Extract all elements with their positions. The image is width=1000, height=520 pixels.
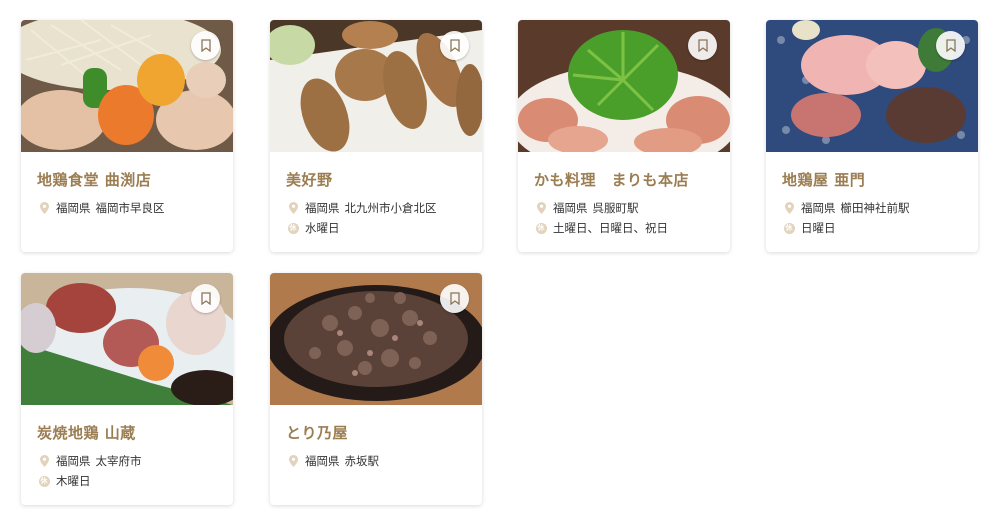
holiday-icon: 休: [38, 475, 50, 487]
restaurant-photo[interactable]: [518, 20, 730, 152]
holiday: 水曜日: [305, 221, 340, 235]
bookmark-icon: [449, 292, 460, 305]
bookmark-button[interactable]: [440, 31, 469, 60]
holiday-icon: 休: [783, 222, 795, 234]
restaurant-card[interactable]: 地鶏食堂 曲渕店 福岡県 福岡市早良区: [21, 20, 233, 252]
location-row: 福岡県 櫛田神社前駅: [783, 201, 978, 215]
holiday: 木曜日: [56, 474, 91, 488]
restaurant-name[interactable]: とり乃屋: [286, 422, 482, 443]
location-pin-icon: [783, 202, 795, 214]
area: 北九州市小倉北区: [344, 201, 437, 215]
restaurant-name[interactable]: かも料理 まりも本店: [534, 169, 730, 190]
restaurant-photo[interactable]: [270, 20, 482, 152]
bookmark-button[interactable]: [936, 31, 965, 60]
holiday-icon: 休: [287, 222, 299, 234]
bookmark-button[interactable]: [688, 31, 717, 60]
prefecture: 福岡県: [553, 201, 588, 215]
restaurant-photo[interactable]: [766, 20, 978, 152]
restaurant-name[interactable]: 炭焼地鶏 山蔵: [37, 422, 233, 443]
location-row: 福岡県 福岡市早良区: [38, 201, 233, 215]
bookmark-icon: [449, 39, 460, 52]
location-pin-icon: [38, 455, 50, 467]
bookmark-icon: [200, 39, 211, 52]
restaurant-card[interactable]: 炭焼地鶏 山蔵 福岡県 太宰府市 休 木曜日: [21, 273, 233, 505]
bookmark-button[interactable]: [191, 31, 220, 60]
area: 太宰府市: [95, 454, 142, 468]
location-row: 福岡県 太宰府市: [38, 454, 233, 468]
holiday-row: 休 土曜日、日曜日、祝日: [535, 221, 730, 235]
prefecture: 福岡県: [56, 454, 91, 468]
area: 赤坂駅: [344, 454, 380, 468]
restaurant-card[interactable]: 美好野 福岡県 北九州市小倉北区 休 水曜日: [270, 20, 482, 252]
area: 呉服町駅: [592, 201, 639, 215]
restaurant-card[interactable]: とり乃屋 福岡県 赤坂駅: [270, 273, 482, 505]
location-pin-icon: [287, 455, 299, 467]
prefecture: 福岡県: [801, 201, 836, 215]
prefecture: 福岡県: [56, 201, 91, 215]
restaurant-card[interactable]: かも料理 まりも本店 福岡県 呉服町駅 休 土曜日、日曜日、祝日: [518, 20, 730, 252]
restaurant-name[interactable]: 地鶏屋 亜門: [782, 169, 978, 190]
bookmark-button[interactable]: [440, 284, 469, 313]
bookmark-button[interactable]: [191, 284, 220, 313]
location-pin-icon: [287, 202, 299, 214]
restaurant-name[interactable]: 地鶏食堂 曲渕店: [37, 169, 233, 190]
restaurant-photo[interactable]: [21, 273, 233, 405]
prefecture: 福岡県: [305, 201, 340, 215]
location-row: 福岡県 赤坂駅: [287, 454, 482, 468]
restaurant-photo[interactable]: [21, 20, 233, 152]
holiday-row: 休 日曜日: [783, 221, 978, 235]
holiday-icon: 休: [535, 222, 547, 234]
holiday: 日曜日: [801, 221, 836, 235]
holiday: 土曜日、日曜日、祝日: [553, 221, 668, 235]
area: 福岡市早良区: [95, 201, 165, 215]
bookmark-icon: [945, 39, 956, 52]
bookmark-icon: [697, 39, 708, 52]
bookmark-icon: [200, 292, 211, 305]
location-row: 福岡県 呉服町駅: [535, 201, 730, 215]
restaurant-name[interactable]: 美好野: [286, 169, 482, 190]
location-pin-icon: [38, 202, 50, 214]
restaurant-card[interactable]: 地鶏屋 亜門 福岡県 櫛田神社前駅 休 日曜日: [766, 20, 978, 252]
restaurant-grid: 地鶏食堂 曲渕店 福岡県 福岡市早良区 美好野 福岡県 北九州市小倉北区 休 水…: [0, 0, 1000, 520]
area: 櫛田神社前駅: [840, 201, 910, 215]
prefecture: 福岡県: [305, 454, 340, 468]
restaurant-photo[interactable]: [270, 273, 482, 405]
location-pin-icon: [535, 202, 547, 214]
location-row: 福岡県 北九州市小倉北区: [287, 201, 482, 215]
holiday-row: 休 木曜日: [38, 474, 233, 488]
holiday-row: 休 水曜日: [287, 221, 482, 235]
